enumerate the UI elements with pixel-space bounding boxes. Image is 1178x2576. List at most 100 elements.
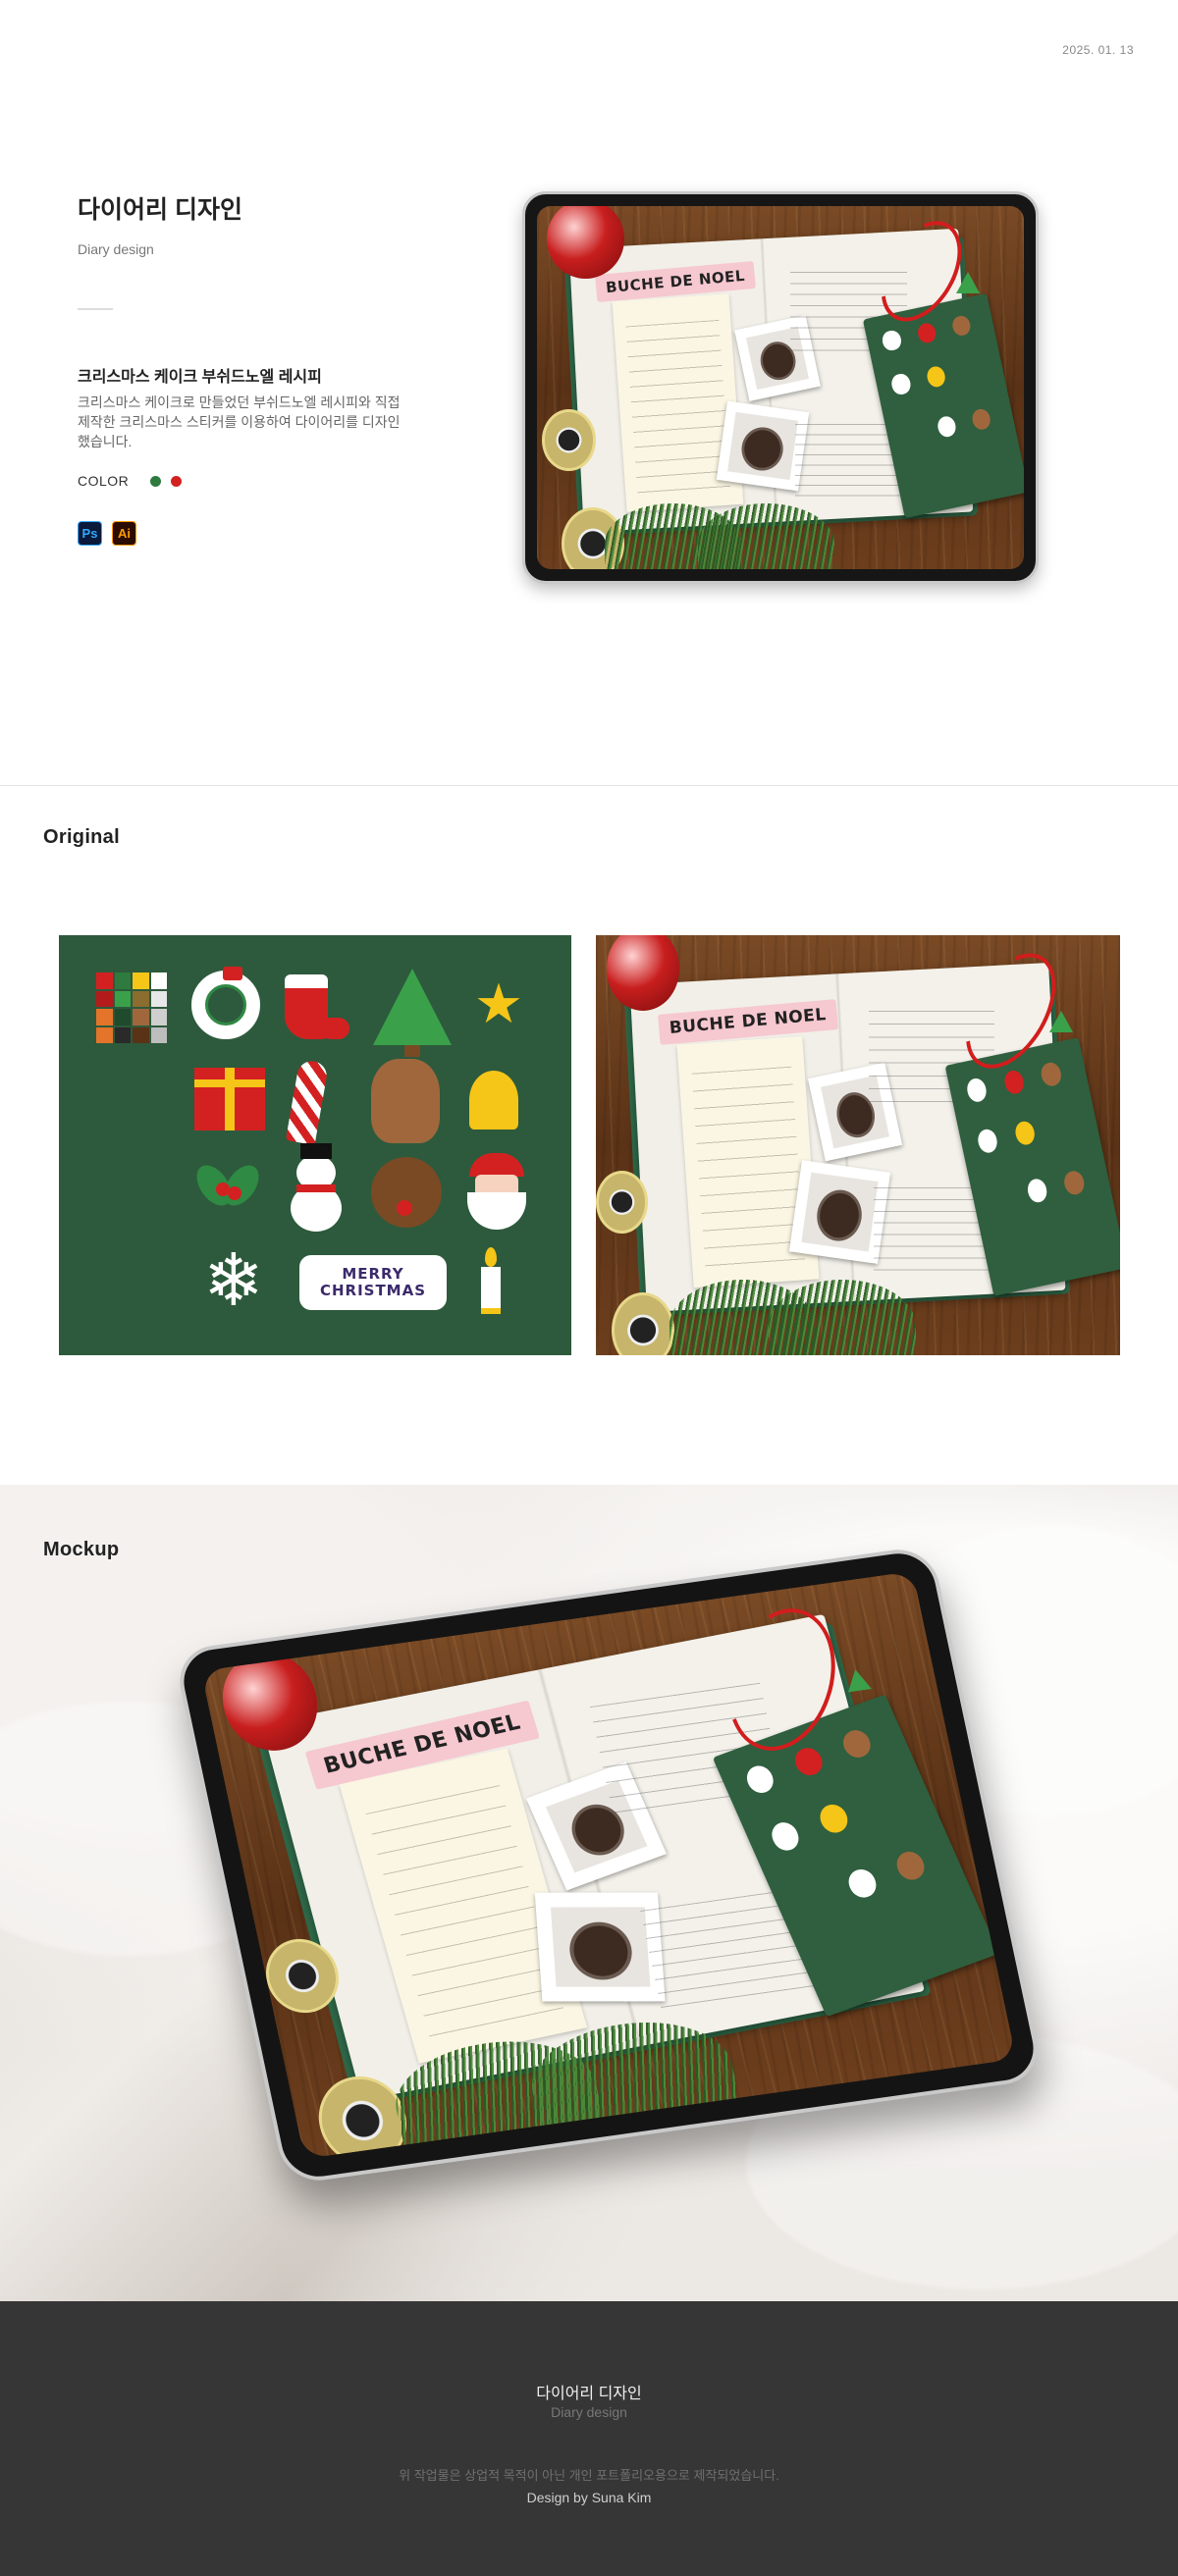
diary-original-panel: BUCHE DE NOEL — [596, 935, 1120, 1355]
merry-text: MERRY — [342, 1265, 404, 1283]
cake-image — [550, 1906, 651, 1987]
sticker-reindeer — [1062, 1168, 1087, 1196]
photoshop-icon: Ps — [78, 521, 102, 546]
sticker-stocking — [915, 321, 937, 345]
footer-title: 다이어리 디자인 — [536, 2386, 642, 2402]
sticker-snowflake — [1025, 1176, 1049, 1204]
snowman-sticker — [287, 1143, 346, 1234]
sticker-santa — [890, 372, 913, 396]
palette-swatch — [150, 1026, 167, 1043]
project-title: 크리스마스 케이크 부쉬드노엘 레시피 — [78, 369, 322, 386]
sticker-reindeer — [970, 407, 992, 432]
gingerbread-sticker — [371, 1059, 440, 1143]
sticker-bell — [1013, 1119, 1038, 1146]
gift-sticker — [194, 1068, 265, 1130]
sticker-snowflake — [936, 414, 958, 439]
candle-sticker — [479, 1245, 503, 1314]
palette-swatch — [96, 990, 113, 1007]
color-swatches: COLOR — [78, 473, 183, 489]
hero-tablet: BUCHE DE NOEL — [522, 191, 1039, 584]
palette-swatch — [114, 990, 131, 1007]
sticker-wreath — [741, 1761, 778, 1797]
footer: 다이어리 디자인 Diary design 위 작업물은 상업적 목적이 아닌 … — [0, 2301, 1178, 2576]
title-divider — [78, 308, 113, 310]
palette-swatch — [133, 973, 149, 989]
washi-tape — [541, 409, 596, 472]
sticker-gingerbread — [838, 1726, 875, 1761]
candle-flame — [485, 1247, 497, 1267]
palette-swatch — [114, 1026, 131, 1043]
palette-swatch — [150, 990, 167, 1007]
sticker-stocking — [790, 1744, 827, 1779]
section-divider — [0, 785, 1178, 786]
diary-artwork: BUCHE DE NOEL — [596, 935, 1120, 1355]
cake-image — [800, 1172, 879, 1253]
sticker-stocking — [1002, 1068, 1027, 1096]
cake-image — [727, 411, 799, 481]
snowman-hat — [300, 1143, 332, 1159]
candy-cane-sticker — [285, 1059, 330, 1145]
snowflake-sticker: ❄ — [202, 1239, 264, 1321]
date-label: 2025. 01. 13 — [1062, 43, 1134, 57]
palette-swatch — [114, 1009, 131, 1025]
sticker-santa — [975, 1127, 999, 1154]
mockup-tablet: BUCHE DE NOEL — [172, 1545, 1045, 2185]
tree-sticker — [956, 271, 981, 293]
color-swatch-green — [150, 475, 162, 487]
mockup-tablet-screen: BUCHE DE NOEL — [200, 1570, 1017, 2160]
candle-wax — [481, 1267, 501, 1314]
recipe-lines — [625, 319, 731, 495]
palette-swatch — [150, 1009, 167, 1025]
tool-icons: Ps Ai — [78, 521, 136, 546]
sticker-original-panel: ★ ❄ MERRY CHRISTMAS — [59, 935, 571, 1355]
original-label: Original — [43, 826, 120, 848]
page-subtitle: Diary design — [78, 241, 154, 257]
star-sticker: ★ — [473, 973, 524, 1034]
sticker-snowflake — [843, 1866, 881, 1901]
holly-berry — [228, 1186, 241, 1200]
illustrator-icon: Ai — [112, 521, 136, 546]
page: 2025. 01. 13 다이어리 디자인 Diary design 크리스마스… — [0, 0, 1178, 2576]
palette-swatch — [114, 973, 131, 989]
palette-swatch — [96, 1009, 113, 1025]
santa-beard — [467, 1192, 526, 1230]
footer-credit: Design by Suna Kim — [526, 2490, 652, 2505]
washi-tape — [596, 1170, 649, 1234]
diary-artwork: BUCHE DE NOEL — [200, 1570, 1017, 2160]
reindeer-sticker — [371, 1157, 442, 1228]
mockup-label: Mockup — [43, 1539, 120, 1560]
sticker-gingerbread — [1040, 1060, 1064, 1088]
palette-swatch — [96, 973, 113, 989]
holly-sticker — [189, 1153, 266, 1222]
recipe-lines — [691, 1066, 806, 1268]
footer-note: 위 작업물은 상업적 목적이 아닌 개인 포트폴리오용으로 제작되었습니다. — [399, 2468, 779, 2483]
sticker-gingerbread — [950, 313, 973, 338]
palette-swatch — [133, 1026, 149, 1043]
tree-trunk — [404, 1045, 420, 1057]
footer-subtitle: Diary design — [551, 2404, 627, 2420]
snowman-scarf — [296, 1184, 336, 1192]
page-title: 다이어리 디자인 — [78, 196, 242, 224]
santa-hat — [469, 1153, 524, 1177]
cake-photo — [534, 1892, 667, 2001]
sticker-wreath — [965, 1076, 990, 1104]
sticker-bell — [815, 1801, 852, 1836]
christmas-text: CHRISTMAS — [319, 1282, 427, 1299]
color-swatch-red — [171, 475, 183, 487]
sticker-reindeer — [892, 1848, 929, 1883]
sticker-wreath — [881, 328, 903, 352]
hero-section: 2025. 01. 13 다이어리 디자인 Diary design 크리스마스… — [0, 0, 1178, 785]
wreath-sticker — [191, 967, 260, 1039]
tree-sticker — [843, 1667, 872, 1693]
merry-christmas-sticker: MERRY CHRISTMAS — [299, 1255, 447, 1310]
tree-sticker — [1048, 1011, 1073, 1033]
project-description: 크리스마스 케이크로 만들었던 부쉬드노엘 레시피와 직접 제작한 크리스마스 … — [78, 394, 401, 449]
christmas-tree-sticker — [373, 969, 452, 1045]
sticker-santa — [767, 1818, 803, 1854]
palette-swatch — [96, 1026, 113, 1043]
santa-sticker — [461, 1153, 532, 1232]
bell-sticker — [469, 1071, 518, 1130]
pine-branch — [697, 503, 834, 569]
diary-artwork: BUCHE DE NOEL — [537, 206, 1024, 569]
palette-swatch — [150, 973, 167, 989]
